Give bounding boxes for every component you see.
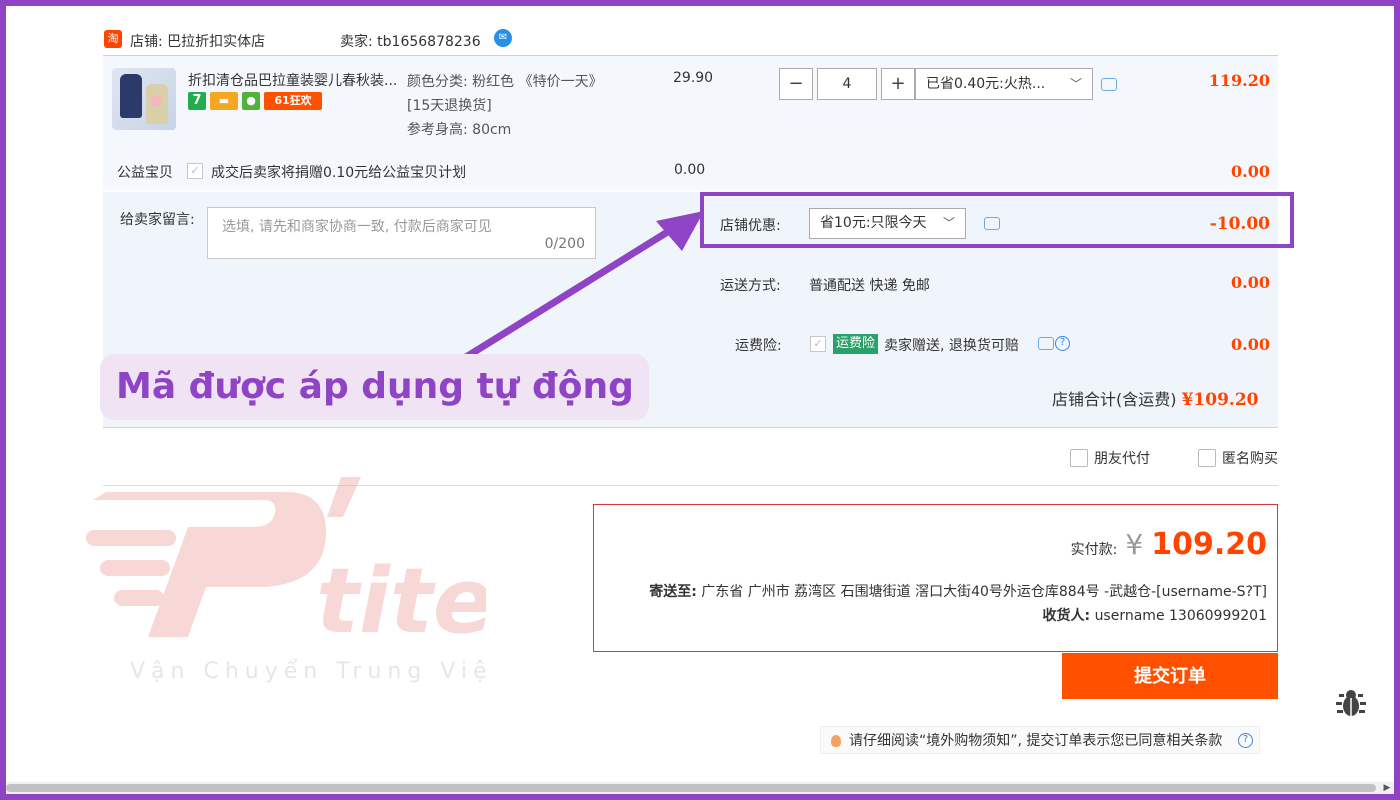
anonymous-option[interactable]: 匿名购买 [1198,448,1278,468]
comment-icon[interactable] [1101,78,1117,91]
pay-label: 实付款: [1070,542,1118,558]
product-title-link[interactable]: 折扣清仓品巴拉童装婴儿春秋装... [188,70,397,90]
highlight-box [700,192,1294,248]
shop-total-label: 店铺合计(含运费) [1052,390,1177,409]
svg-text:Vận Chuyển Trung Việt: Vận Chuyển Trung Việt [130,659,486,684]
message-label: 给卖家留言: [120,212,195,228]
insurance-tag: 运费险 [833,334,879,354]
currency-symbol: ¥ [1125,528,1144,561]
quantity-input[interactable]: 4 [817,68,877,100]
address-label: 寄送至: [649,584,697,600]
quantity-stepper: − 4 + [779,68,915,100]
help-icon[interactable]: ? [1238,733,1253,748]
receiver-text: username 13060999201 [1094,608,1267,624]
address-text: 广东省 广州市 荔湾区 石围塘街道 滘口大街40号外运仓库884号 -武越仓-[… [701,584,1267,600]
message-placeholder: 选填, 请先和商家协商一致, 付款后商家可见 [222,219,492,235]
insurance-label: 运费险: [735,338,782,354]
charity-text: 成交后卖家将捐赠0.10元给公益宝贝计划 [211,165,467,181]
credit-card-icon: ▬ [210,92,238,110]
terms-notice: 请仔细阅读“境外购物须知”, 提交订单表示您已同意相关条款 ? [820,726,1260,754]
increase-qty-button[interactable]: + [881,68,915,100]
friend-pay-option[interactable]: 朋友代付 [1070,448,1150,468]
shipping-method: 普通配送 快递 免邮 [809,278,930,294]
sku-height: 参考身高: 80cm [407,122,512,138]
bug-report-icon[interactable] [1336,688,1366,720]
service-badges: 7 ▬ ● 61狂欢 [188,92,322,110]
shipping-address: 寄送至: 广东省 广州市 荔湾区 石围塘街道 滘口大街40号外运仓库884号 -… [649,581,1267,601]
item-promo-value: 已省0.40元:火热... [926,76,1046,92]
shop-logo-icon: 淘 [104,30,122,48]
scrollbar-thumb[interactable] [6,784,1376,792]
eco-icon: ● [242,92,260,110]
sku-info: 颜色分类: 粉红色 《特价一天》 [15天退换货] 参考身高: 80cm [407,70,603,142]
promo-61-badge: 61狂欢 [264,92,322,110]
charity-price: 0.00 [674,162,706,178]
friend-pay-checkbox[interactable] [1070,449,1088,467]
shop-total-value: ¥109.20 [1181,390,1259,410]
seven-day-return-icon: 7 [188,92,206,110]
charity-label: 公益宝贝 [117,165,173,181]
annotation-label: Mã được áp dụng tự động [100,354,649,420]
payment-row: 实付款: ¥ 109.20 [1071,527,1267,562]
item-promo-select[interactable]: 已省0.40元:火热... ﹀ [915,68,1093,100]
shop-total: 店铺合计(含运费) ¥109.20 [1052,386,1258,410]
sku-color: 颜色分类: 粉红色 《特价一天》 [407,74,603,90]
receiver-label: 收货人: [1042,608,1091,624]
insurance-fee: 0.00 [1231,335,1270,354]
insurance-checkbox: ✓ [810,336,826,352]
insurance-text: 卖家赠送, 退换货可赔 [884,338,1019,354]
seller-name: 卖家: tb1656878236 [340,34,481,50]
lightbulb-icon [831,735,841,747]
shipping-label: 运送方式: [720,278,781,294]
annotation-arrow [462,211,704,361]
product-thumbnail[interactable] [112,68,176,130]
comment-icon[interactable] [1038,337,1054,350]
friend-pay-label: 朋友代付 [1094,451,1150,467]
order-summary: 实付款: ¥ 109.20 寄送至: 广东省 广州市 荔湾区 石围塘街道 滘口大… [593,504,1278,652]
charity-total: 0.00 [1231,162,1270,181]
decrease-qty-button[interactable]: − [779,68,813,100]
receiver: 收货人: username 13060999201 [1043,605,1268,625]
submit-order-button[interactable]: 提交订单 [1062,653,1278,699]
shipping-fee: 0.00 [1231,273,1270,292]
divider [103,427,1278,428]
anonymous-label: 匿名购买 [1222,451,1278,467]
horizontal-scrollbar[interactable]: ▶ [6,782,1394,794]
shop-name-link[interactable]: 店铺: 巴拉折扣实体店 [130,31,265,51]
item-subtotal: 119.20 [1208,71,1270,90]
unit-price: 29.90 [673,70,714,86]
chat-icon[interactable]: ✉ [494,29,512,47]
help-icon[interactable]: ? [1055,336,1070,351]
anonymous-checkbox[interactable] [1198,449,1216,467]
scroll-right-icon[interactable]: ▶ [1382,782,1392,794]
ptite-watermark-logo: tite Vận Chuyển Trung Việt [86,477,486,684]
sku-return: [15天退换货] [407,98,492,114]
pay-amount: 109.20 [1151,527,1267,562]
terms-text[interactable]: 请仔细阅读“境外购物须知”, 提交订单表示您已同意相关条款 [849,733,1222,749]
chevron-down-icon: ﹀ [1069,77,1082,91]
charity-checkbox: ✓ [187,163,203,179]
svg-text:tite: tite [316,549,486,654]
